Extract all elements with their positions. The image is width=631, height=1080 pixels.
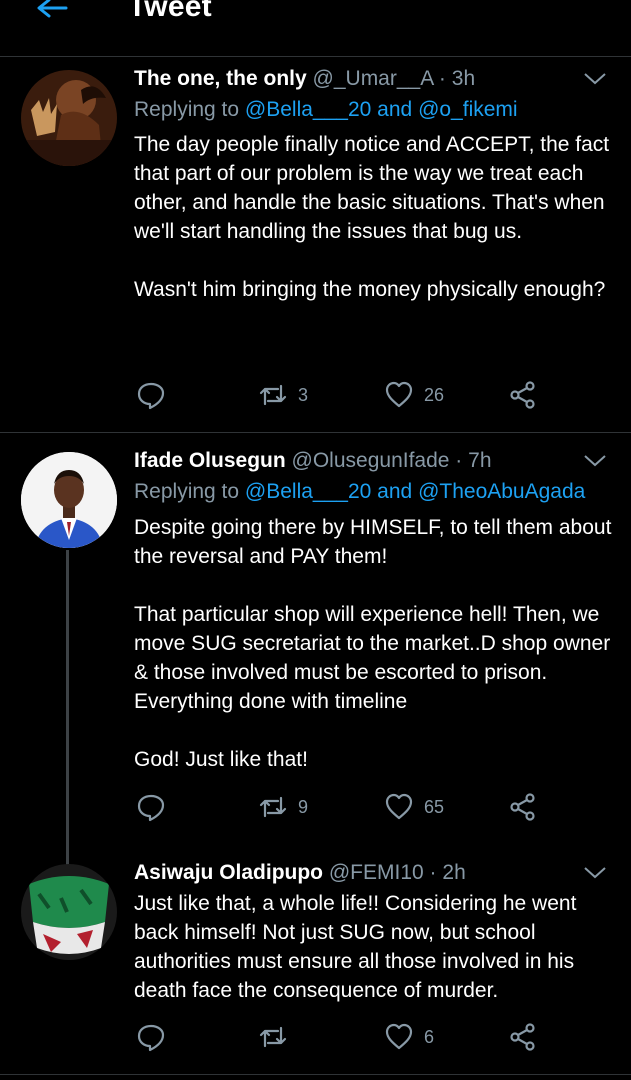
page-title: Tweet (128, 0, 212, 23)
display-name[interactable]: Ifade Olusegun (134, 449, 286, 472)
retweet-icon (259, 1026, 287, 1048)
mention-link[interactable]: @Bella___20 (245, 480, 371, 503)
tweet-text: Despite going there by HIMSELF, to tell … (134, 513, 614, 774)
reply-and: and (377, 98, 413, 121)
heart-icon (385, 1023, 413, 1050)
tweet-paragraph: Wasn't him bringing the money physically… (134, 278, 606, 301)
mention-link[interactable]: @o_fikemi (418, 98, 518, 121)
retweet-button[interactable] (258, 1020, 298, 1054)
reply-button[interactable] (136, 1020, 166, 1054)
like-button[interactable]: 26 (384, 378, 444, 412)
share-button[interactable] (508, 378, 538, 412)
separator-dot: · (429, 861, 437, 884)
reply-and: and (377, 480, 413, 503)
chevron-down-icon[interactable] (583, 866, 607, 880)
replying-to-label: Replying to (134, 480, 240, 503)
mention-link[interactable]: @TheoAbuAgada (418, 480, 585, 503)
replying-to-label: Replying to (134, 98, 240, 121)
avatar[interactable] (21, 70, 117, 166)
retweet-button[interactable]: 3 (258, 378, 308, 412)
reply-button[interactable] (136, 790, 166, 824)
like-count: 6 (424, 1026, 435, 1047)
like-button[interactable]: 65 (384, 790, 444, 824)
tweet-text: Just like that, a whole life!! Consideri… (134, 889, 614, 1005)
user-handle[interactable]: @_Umar__A (313, 67, 434, 90)
tweet-divider (0, 1074, 631, 1075)
like-button[interactable]: 6 (384, 1020, 434, 1054)
tweet-divider (0, 432, 631, 433)
timestamp[interactable]: 2h (442, 861, 465, 884)
display-name[interactable]: Asiwaju Oladipupo (134, 861, 323, 884)
reply-icon (137, 382, 165, 410)
reply-icon (137, 1024, 165, 1052)
retweet-icon (259, 384, 287, 406)
tweet-text: The day people finally notice and ACCEPT… (134, 130, 614, 304)
thread-connector (66, 550, 69, 868)
separator-dot: · (455, 449, 463, 472)
tweet-actions: 9 65 (134, 790, 554, 824)
top-bar: Tweet (0, 0, 631, 57)
tweet-header: Ifade Olusegun @OlusegunIfade · 7h (134, 446, 492, 476)
chevron-down-icon[interactable] (583, 72, 607, 86)
display-name[interactable]: The one, the only (134, 67, 307, 90)
timestamp[interactable]: 7h (468, 449, 491, 472)
mention-link[interactable]: @Bella___20 (245, 98, 371, 121)
tweet-paragraph: God! Just like that! (134, 748, 308, 771)
tweet-actions: 3 26 (134, 378, 554, 412)
retweet-button[interactable]: 9 (258, 790, 308, 824)
retweet-count: 9 (298, 796, 309, 817)
share-icon (510, 1023, 535, 1051)
share-button[interactable] (508, 790, 538, 824)
heart-icon (385, 381, 413, 408)
like-count: 65 (424, 796, 445, 817)
heart-icon (385, 793, 413, 820)
replying-to: Replying to @Bella___20 and @o_fikemi (134, 95, 518, 125)
tweet-header: The one, the only @_Umar__A · 3h (134, 64, 475, 94)
tweet-actions: 6 (134, 1020, 554, 1054)
retweet-icon (259, 796, 287, 818)
tweet[interactable]: Asiwaju Oladipupo @FEMI10 · 2h Just like… (0, 858, 631, 1070)
avatar[interactable] (21, 452, 117, 548)
replying-to: Replying to @Bella___20 and @TheoAbuAgad… (134, 477, 585, 507)
arrow-left-icon[interactable] (34, 0, 68, 26)
reply-button[interactable] (136, 378, 166, 412)
separator-dot: · (438, 67, 446, 90)
user-handle[interactable]: @FEMI10 (329, 861, 424, 884)
tweet-paragraph: Despite going there by HIMSELF, to tell … (134, 516, 612, 568)
avatar[interactable] (21, 864, 117, 960)
tweet[interactable]: The one, the only @_Umar__A · 3h Replyin… (0, 64, 631, 430)
share-button[interactable] (508, 1020, 538, 1054)
share-icon (510, 793, 535, 821)
tweet[interactable]: Ifade Olusegun @OlusegunIfade · 7h Reply… (0, 446, 631, 836)
share-icon (510, 381, 535, 409)
chevron-down-icon[interactable] (583, 454, 607, 468)
timestamp[interactable]: 3h (452, 67, 475, 90)
tweet-paragraph: Just like that, a whole life!! Consideri… (134, 892, 577, 1002)
tweet-paragraph: That particular shop will experience hel… (134, 603, 611, 713)
tweet-paragraph: The day people finally notice and ACCEPT… (134, 133, 610, 243)
like-count: 26 (424, 384, 445, 405)
user-handle[interactable]: @OlusegunIfade (292, 449, 450, 472)
tweet-header: Asiwaju Oladipupo @FEMI10 · 2h (134, 858, 466, 888)
retweet-count: 3 (298, 384, 309, 405)
reply-icon (137, 794, 165, 822)
